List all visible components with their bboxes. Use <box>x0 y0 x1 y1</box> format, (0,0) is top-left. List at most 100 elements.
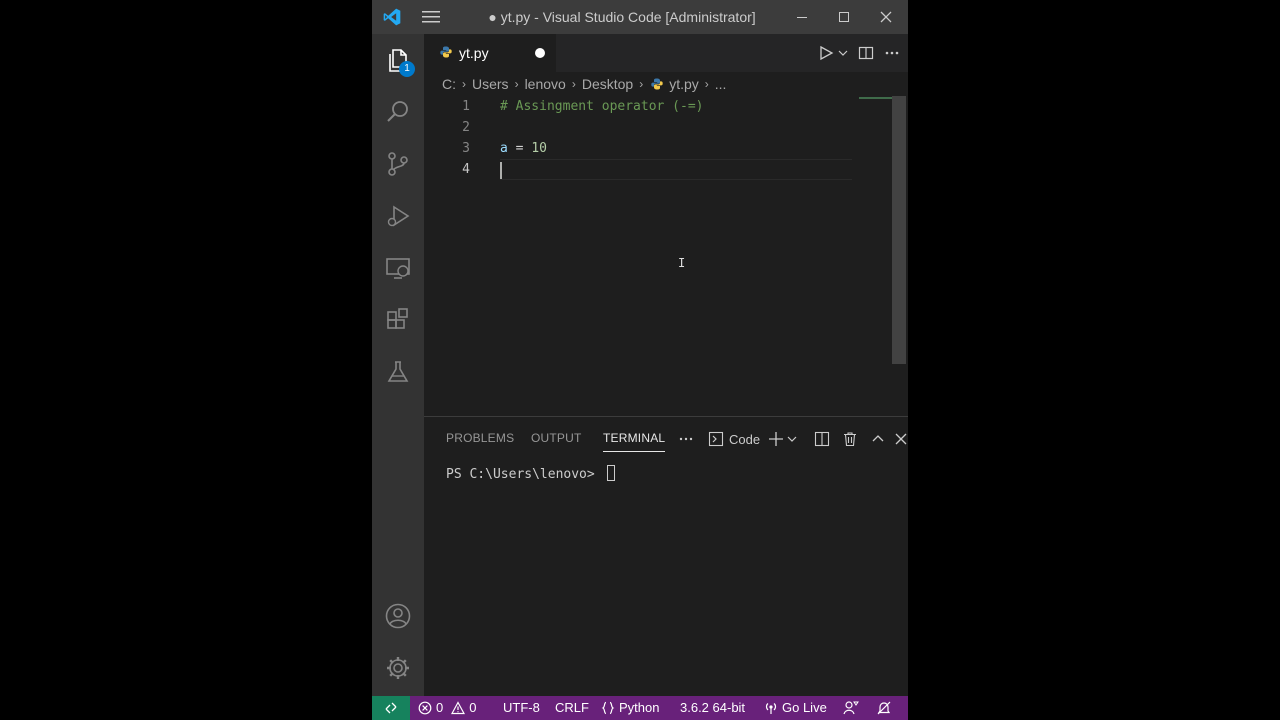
split-terminal-button[interactable] <box>814 429 830 449</box>
warning-count: 0 <box>469 700 477 715</box>
extensions-icon <box>387 308 408 329</box>
braces-icon <box>601 701 615 715</box>
explorer-badge: 1 <box>399 61 415 77</box>
terminal-icon <box>708 431 724 447</box>
accounts-button[interactable] <box>372 590 424 642</box>
more-actions-icon[interactable] <box>884 45 900 61</box>
notifications-button[interactable] <box>876 696 892 720</box>
status-bar: 0 0 UTF-8 CRLF Python 3.6.2 64-bit Go Li… <box>372 696 908 720</box>
run-debug-icon <box>387 205 410 227</box>
line-number: 3 <box>462 141 470 156</box>
bottom-panel: PROBLEMS OUTPUT TERMINAL Code PS C:\User… <box>424 416 908 697</box>
python-file-icon <box>651 78 663 90</box>
activity-bar: 1 <box>372 34 424 696</box>
editor-scrollbar[interactable] <box>892 96 906 364</box>
chevron-down-icon <box>787 436 797 442</box>
terminal-selector[interactable]: Code <box>708 429 760 449</box>
go-live-button[interactable]: Go Live <box>764 696 827 720</box>
terminal-prompt: PS C:\Users\lenovo> <box>446 467 603 482</box>
tab-problems[interactable]: PROBLEMS <box>446 427 514 457</box>
terminal-name: Code <box>729 431 761 447</box>
remote-icon <box>385 702 397 714</box>
close-panel-button[interactable] <box>895 429 907 449</box>
tab-terminal[interactable]: TERMINAL <box>603 427 666 452</box>
plus-icon <box>769 432 783 446</box>
chevron-right-icon: › <box>462 77 466 91</box>
text-cursor <box>500 162 502 179</box>
language-label: Python <box>619 700 660 715</box>
run-dropdown-chevron-icon[interactable] <box>838 48 848 58</box>
mouse-ibeam-icon: I <box>678 256 686 270</box>
tab-label: yt.py <box>459 45 489 61</box>
problems-status[interactable]: 0 0 <box>418 696 476 720</box>
manage-button[interactable] <box>372 642 424 694</box>
terminal-output[interactable]: PS C:\Users\lenovo> <box>446 465 615 485</box>
extensions-button[interactable] <box>372 294 424 346</box>
remote-indicator-button[interactable] <box>372 696 410 720</box>
panel-more-button[interactable] <box>678 429 694 449</box>
maximize-button[interactable] <box>824 0 864 34</box>
chevron-up-icon <box>872 435 884 442</box>
close-window-button[interactable] <box>866 0 906 34</box>
title-bar: ● yt.py - Visual Studio Code [Administra… <box>372 0 908 34</box>
run-debug-button[interactable] <box>372 190 424 242</box>
bell-muted-icon <box>877 701 891 715</box>
assignment-operator: = <box>507 141 532 156</box>
chevron-right-icon: › <box>571 77 576 91</box>
breadcrumb-lenovo[interactable]: lenovo <box>525 76 566 92</box>
minimize-button[interactable] <box>782 0 822 34</box>
encoding-status[interactable]: UTF-8 <box>503 696 540 720</box>
code-editor[interactable]: 1 # Assingment operator (-=) 2 3 a = 10 … <box>424 96 908 416</box>
search-button[interactable] <box>372 86 424 138</box>
minimap[interactable] <box>859 97 893 99</box>
variable-name: a <box>500 141 508 156</box>
breadcrumb-desktop[interactable]: Desktop <box>582 76 633 92</box>
settings-gear-icon <box>387 657 409 679</box>
run-python-file-icon[interactable] <box>818 45 834 61</box>
language-mode-status[interactable]: Python <box>601 696 659 720</box>
close-icon <box>895 433 907 445</box>
go-live-label: Go Live <box>782 700 827 715</box>
line-number: 4 <box>462 162 470 177</box>
minimize-icon <box>797 17 807 18</box>
source-control-icon <box>388 152 408 176</box>
chevron-right-icon: › <box>514 77 519 91</box>
broadcast-icon <box>765 703 777 714</box>
search-icon <box>387 101 408 122</box>
close-icon <box>880 11 892 23</box>
testing-icon <box>387 361 409 382</box>
explorer-button[interactable]: 1 <box>372 34 424 86</box>
code-statement: a = 10 <box>500 138 547 159</box>
kill-terminal-button[interactable] <box>842 429 858 449</box>
remote-explorer-icon <box>386 258 410 279</box>
tab-output[interactable]: OUTPUT <box>531 427 582 457</box>
interpreter-status[interactable]: 3.6.2 64-bit <box>680 696 745 720</box>
editor-tab-bar: yt.py <box>424 34 908 72</box>
tab-yt-py[interactable]: yt.py <box>424 34 556 72</box>
unsaved-dot-icon[interactable] <box>535 48 545 58</box>
source-control-button[interactable] <box>372 138 424 190</box>
vscode-window: ● yt.py - Visual Studio Code [Administra… <box>372 0 908 720</box>
breadcrumb-users[interactable]: Users <box>472 76 509 92</box>
account-icon <box>385 603 411 629</box>
code-line: 2 <box>424 117 854 138</box>
breadcrumb-file[interactable]: yt.py <box>669 76 699 92</box>
hamburger-menu-icon[interactable] <box>422 9 440 25</box>
terminal-cursor <box>606 465 615 481</box>
trash-icon <box>844 432 856 447</box>
warning-icon <box>451 701 466 715</box>
python-file-icon <box>440 46 452 58</box>
remote-explorer-button[interactable] <box>372 242 424 294</box>
line-ending-status[interactable]: CRLF <box>555 696 589 720</box>
new-terminal-button[interactable] <box>768 429 797 449</box>
breadcrumb-drive[interactable]: C: <box>442 76 456 92</box>
split-editor-icon[interactable] <box>858 45 874 61</box>
testing-button[interactable] <box>372 346 424 398</box>
maximize-panel-button[interactable] <box>871 429 885 449</box>
feedback-person-icon <box>843 701 859 715</box>
feedback-button[interactable] <box>843 696 859 720</box>
code-line: 3 a = 10 <box>424 138 854 159</box>
code-line: 1 # Assingment operator (-=) <box>424 96 854 117</box>
chevron-right-icon: › <box>639 77 644 91</box>
breadcrumb-symbols[interactable]: ... <box>715 76 727 92</box>
